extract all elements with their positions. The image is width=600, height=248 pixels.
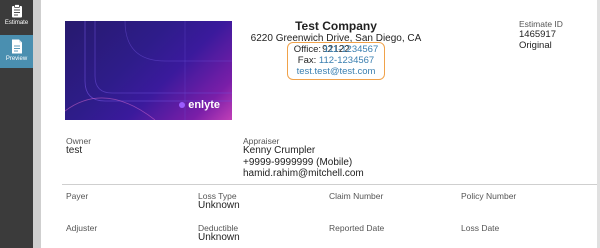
nav-item-label: Preview	[5, 56, 28, 62]
claim-number-label: Claim Number	[329, 191, 384, 201]
rail-divider	[33, 0, 41, 248]
fax-label: Fax:	[297, 55, 317, 66]
email-line: test.test@test.com	[240, 66, 432, 77]
nav-item-label: Estimate	[4, 20, 29, 26]
company-name: Test Company	[295, 19, 377, 33]
adjuster-label: Adjuster	[66, 223, 98, 233]
deductible-value: Unknown	[198, 232, 240, 243]
fax-line: Fax: 112-1234567	[240, 55, 432, 66]
document-icon	[11, 39, 22, 54]
company-email-link[interactable]: test.test@test.com	[297, 66, 376, 77]
payer-label: Payer	[66, 191, 89, 201]
nav-item-estimate[interactable]: Estimate	[0, 0, 33, 33]
appraiser-phone-link[interactable]: +9999-9999999 (Mobile)	[243, 157, 352, 168]
policy-number-label: Policy Number	[461, 191, 517, 201]
appraiser-name: Kenny Crumpler	[243, 145, 316, 156]
loss-type-value: Unknown	[198, 200, 240, 211]
appraiser-email-link[interactable]: hamid.rahim@mitchell.com	[243, 168, 364, 179]
clipboard-icon	[11, 4, 22, 18]
brand-name: enlyte	[188, 99, 220, 111]
office-line: Office: 111-1234567	[240, 44, 432, 55]
company-logo-banner: enlyte	[65, 21, 232, 120]
office-phone-link[interactable]: 111-1234567	[324, 44, 379, 55]
estimate-type: Original	[519, 40, 552, 51]
enlyte-logo: enlyte	[179, 99, 220, 111]
loss-date-label: Loss Date	[461, 223, 500, 233]
office-label: Office:	[293, 44, 322, 55]
estimate-id-value: 1465917	[519, 29, 556, 40]
reported-date-label: Reported Date	[329, 223, 385, 233]
nav-rail: Estimate Preview	[0, 0, 33, 248]
section-divider	[62, 184, 600, 185]
owner-value: test	[66, 145, 83, 156]
fax-number-link[interactable]: 112-1234567	[319, 55, 374, 66]
nav-item-preview[interactable]: Preview	[0, 35, 33, 68]
brand-dot-icon	[179, 102, 186, 108]
estimate-id-label: Estimate ID	[519, 19, 563, 29]
